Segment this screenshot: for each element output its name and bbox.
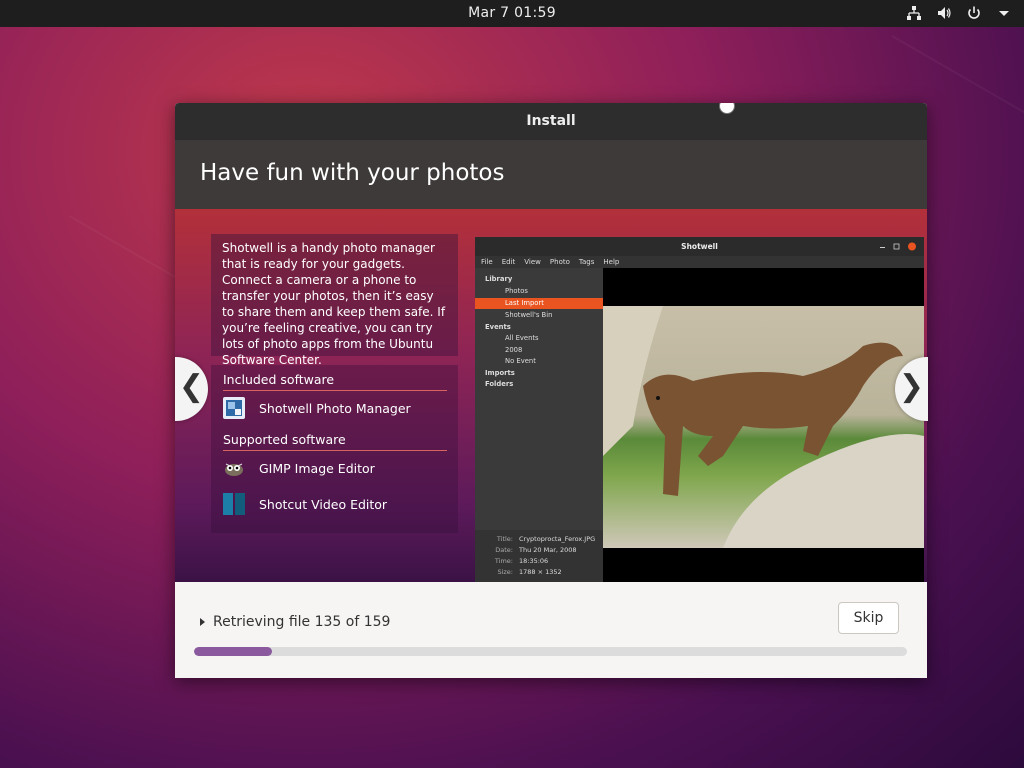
chevron-down-icon[interactable] — [996, 5, 1012, 21]
menu-item: Help — [603, 258, 620, 266]
top-bar: Mar 7 01:59 — [0, 0, 1024, 27]
progress-bar — [194, 647, 907, 656]
meta-value: Thu 20 Mar, 2008 — [519, 546, 577, 554]
supported-software-heading: Supported software — [223, 432, 346, 447]
screenshot-menubar: File Edit View Photo Tags Help — [475, 256, 924, 268]
animal-photo-icon — [603, 306, 924, 548]
slide-body: Shotwell is a handy photo manager that i… — [175, 209, 927, 582]
meta-key: Time: — [494, 557, 513, 565]
menu-item: View — [524, 258, 541, 266]
software-item: Shotcut Video Editor — [223, 493, 387, 515]
installer-footer: Retrieving file 135 of 159 Skip — [175, 582, 927, 678]
tree-item: Library — [485, 275, 513, 283]
menu-item: Photo — [549, 258, 570, 266]
menu-item: Tags — [578, 258, 595, 266]
tree-item: Folders — [485, 380, 514, 388]
chevron-left-icon: ❮ — [178, 369, 205, 404]
meta-row: Date: Thu 20 Mar, 2008 — [475, 545, 603, 555]
slide-description: Shotwell is a handy photo manager that i… — [211, 234, 458, 367]
screenshot-titlebar: Shotwell — [475, 237, 924, 256]
power-icon[interactable] — [966, 5, 982, 21]
meta-value: 1788 × 1352 — [519, 568, 562, 576]
menu-item: Edit — [501, 258, 516, 266]
window-titlebar[interactable]: Install — [175, 103, 927, 141]
system-tray[interactable] — [906, 5, 1012, 21]
software-name: GIMP Image Editor — [259, 460, 375, 476]
software-name: Shotwell Photo Manager — [259, 400, 411, 416]
screenshot-sidebar: Library Photos Last Import Shotwell's Bi… — [475, 268, 633, 582]
meta-value: 18:35:06 — [519, 557, 549, 565]
software-item: Shotwell Photo Manager — [223, 397, 411, 419]
slide-heading: Have fun with your photos — [200, 160, 505, 186]
divider — [223, 390, 447, 391]
tree-item: Events — [485, 323, 511, 331]
progress-status[interactable]: Retrieving file 135 of 159 — [199, 614, 390, 630]
tree-item: Imports — [485, 369, 515, 377]
gimp-icon — [225, 463, 243, 476]
background-shape — [68, 215, 192, 287]
meta-value: Cryptoprocta_Ferox.JPG — [519, 535, 596, 543]
included-software-heading: Included software — [223, 372, 335, 387]
divider — [223, 450, 447, 451]
meta-key: Size: — [497, 568, 513, 576]
installer-window: Install Have fun with your photos Shotwe… — [175, 103, 927, 678]
software-name: Shotcut Video Editor — [259, 496, 388, 512]
shotcut-icon — [223, 493, 245, 515]
clock[interactable]: Mar 7 01:59 — [0, 5, 1024, 21]
slide-header: Have fun with your photos — [175, 140, 927, 209]
window-controls-icon — [880, 242, 916, 251]
network-icon[interactable] — [906, 5, 922, 21]
window-title: Install — [526, 113, 576, 129]
volume-icon[interactable] — [936, 5, 952, 21]
screenshot-photo-view — [603, 268, 924, 582]
photo — [603, 306, 924, 548]
progress-fill — [194, 647, 273, 656]
meta-row: Size: 1788 × 1352 — [475, 567, 603, 577]
menu-item: File — [481, 258, 493, 266]
skip-button[interactable]: Skip — [838, 602, 899, 634]
app-screenshot: Shotwell File Edit View Photo Tags Help … — [475, 237, 924, 582]
meta-row: Title: Cryptoprocta_Ferox.JPG — [475, 534, 603, 544]
shotwell-icon — [223, 397, 245, 419]
expand-arrow-icon[interactable] — [199, 617, 207, 627]
status-text: Retrieving file 135 of 159 — [213, 614, 391, 630]
chevron-right-icon: ❯ — [898, 369, 925, 404]
meta-key: Date: — [495, 546, 513, 554]
software-item: GIMP Image Editor — [223, 457, 375, 479]
meta-row: Time: 18:35:06 — [475, 556, 603, 566]
meta-key: Title: — [496, 535, 513, 543]
screenshot-metadata: Title: Cryptoprocta_Ferox.JPG Date: Thu 20… — [475, 530, 603, 582]
software-panel: Included software Shotwell Photo Manager… — [211, 365, 458, 533]
